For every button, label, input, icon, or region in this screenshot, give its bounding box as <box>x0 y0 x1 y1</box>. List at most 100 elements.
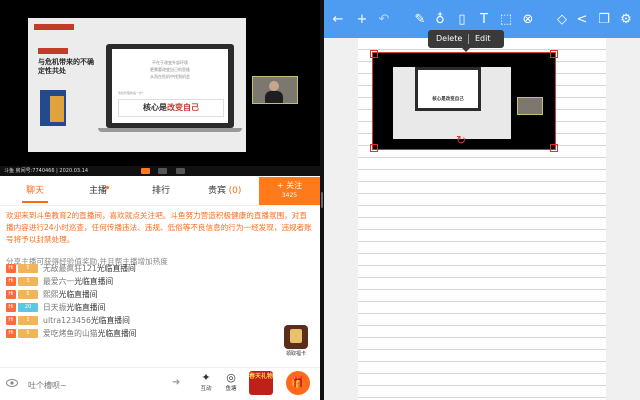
laptop-base <box>98 128 242 132</box>
resize-handle[interactable] <box>370 144 378 152</box>
user-name[interactable]: 熙熙 <box>43 290 59 299</box>
spring-gift-button[interactable]: 春天礼物 <box>249 371 273 395</box>
slide-tag <box>38 48 68 54</box>
back-arrow-icon[interactable]: ← <box>330 12 346 28</box>
clip-laptop-screen: 核心是改变自己 <box>418 70 478 108</box>
pages-icon[interactable]: ❐ <box>596 12 612 28</box>
slide-title: 与危机带来的不确定性共处 <box>38 58 94 75</box>
entry-suffix: 光临直播间 <box>58 290 98 299</box>
interact-label: 互动 <box>200 386 212 392</box>
entry-suffix: 光临直播间 <box>97 329 137 338</box>
fishball-label: 鱼塘 <box>225 386 237 392</box>
resize-handle[interactable] <box>550 144 558 152</box>
danmaku-toggle-icon[interactable] <box>141 168 150 174</box>
hi-badge: Hi <box>6 277 16 286</box>
hi-badge: Hi <box>6 290 16 299</box>
presentation-slide: 与危机带来的不确定性共处 不在于改变外部环境 更需要改变自己的思维 从而在危机中… <box>28 18 246 152</box>
send-icon[interactable]: ➜ <box>172 377 180 388</box>
hi-badge: Hi <box>6 264 16 273</box>
level-badge: 5 <box>18 264 38 273</box>
tab-host[interactable]: 主播 <box>80 177 116 205</box>
user-name[interactable]: ultra123456 <box>43 316 91 325</box>
shapes-icon[interactable]: ◇ <box>554 12 570 28</box>
answer-prefix: 核心是 <box>143 103 167 112</box>
rotate-icon[interactable]: ↻ <box>456 133 466 147</box>
text-tool-icon[interactable]: T <box>476 12 492 28</box>
chat-area[interactable]: 欢迎来到斗鱼教育2的直播间，喜欢就点关注吧。斗鱼努力营造积极健康的直播氛围，对直… <box>0 207 320 367</box>
eraser-icon[interactable]: ▯ <box>454 12 470 28</box>
gift-card-label: 領取福卡 <box>285 351 306 357</box>
level-badge: 1 <box>18 316 38 325</box>
eye-icon[interactable] <box>6 378 18 388</box>
resize-handle[interactable] <box>370 50 378 58</box>
add-icon[interactable]: + <box>354 12 370 28</box>
laptop-text: 不在于改变外部环境 更需要改变自己的思维 从而在危机中找到机会 <box>112 59 228 80</box>
presenter-face <box>269 81 279 91</box>
active-tab-underline <box>22 201 48 203</box>
user-name[interactable]: 无敌最疯狂121 <box>43 264 97 273</box>
split-handle[interactable] <box>321 192 323 208</box>
laptop-question: 危机管理的第一步？ <box>118 91 146 95</box>
highlighter-icon[interactable]: ♁ <box>432 12 448 28</box>
laptop-line: 不在于改变外部环境 <box>152 60 188 65</box>
video-player[interactable]: 与危机带来的不确定性共处 不在于改变外部环境 更需要改变自己的思维 从而在危机中… <box>0 0 320 176</box>
user-name[interactable]: 爱吃烤鱼的山猫 <box>43 329 98 338</box>
screen-icon[interactable] <box>158 168 167 174</box>
laptop-answer: 核心是改变自己 <box>118 99 224 117</box>
pasted-screenshot[interactable]: 核心是改变自己 ↻ <box>370 50 558 152</box>
room-info: 斗鱼 房间号:7740466 | 2020.03.14 <box>4 168 89 174</box>
follow-button[interactable]: + 关注 3425 <box>259 177 320 205</box>
menu-separator <box>468 34 469 44</box>
gift-card-inner <box>290 329 302 343</box>
follower-count: 3425 <box>281 192 298 199</box>
share-icon[interactable]: < <box>574 12 590 28</box>
chat-row[interactable]: Hi 5 爱吃烤鱼的山猫光临直播间 <box>6 327 306 340</box>
fish-icon: ◎ <box>226 371 236 384</box>
party-popper-icon: ✦ <box>201 371 211 384</box>
slide-logo <box>34 24 74 30</box>
notes-pane: ← + ↶ ✎ ♁ ▯ T ⬚ ⊗ ◇ < ❐ ⚙ 核心是改变自己 ↻ Dele… <box>324 0 640 400</box>
user-name[interactable]: 日天振 <box>43 303 66 312</box>
chat-entry-text: 爱吃烤鱼的山猫光临直播间 <box>43 327 137 340</box>
chat-input[interactable] <box>26 374 190 396</box>
level-badge: 3 <box>18 277 38 286</box>
lasso-select-icon[interactable]: ⬚ <box>498 12 514 28</box>
edit-button[interactable]: Edit <box>475 30 491 48</box>
user-name[interactable]: 最爱六一 <box>43 277 74 286</box>
chat-row[interactable]: Hi 5 熙熙光临直播间 <box>6 288 306 301</box>
chat-row[interactable]: Hi 3 最爱六一光临直播间 <box>6 275 306 288</box>
menu-pointer <box>462 48 470 52</box>
chat-row[interactable]: Hi 1 ultra123456光临直播间 <box>6 314 306 327</box>
undo-icon[interactable]: ↶ <box>376 12 392 28</box>
hi-badge: Hi <box>6 329 16 338</box>
clip-text: 核心是改变自己 <box>432 97 464 102</box>
pen-icon[interactable]: ✎ <box>412 12 428 28</box>
tab-host-badge <box>106 186 109 189</box>
chat-entry-text: 熙熙光临直播间 <box>43 288 98 301</box>
laptop-line: 更需要改变自己的思维 <box>150 67 190 72</box>
livestream-pane: 与危机带来的不确定性共处 不在于改变外部环境 更需要改变自己的思维 从而在危机中… <box>0 0 320 400</box>
gift-icon[interactable]: 🎁 <box>286 371 310 395</box>
entry-suffix: 光临直播间 <box>66 303 106 312</box>
entry-suffix: 光临直播间 <box>90 316 130 325</box>
resize-handle[interactable] <box>550 50 558 58</box>
share-icon[interactable] <box>176 168 185 174</box>
chat-entry-text: 无敌最疯狂121光临直播间 <box>43 262 136 275</box>
laptop-line: 从而在危机中找到机会 <box>150 74 190 79</box>
delete-button[interactable]: Delete <box>436 30 462 48</box>
entry-suffix: 光临直播间 <box>74 277 114 286</box>
settings-gear-icon[interactable]: ⚙ <box>618 12 634 28</box>
tab-rank[interactable]: 排行 <box>144 177 178 205</box>
book-cover-accent <box>50 96 64 122</box>
chat-entry-text: 日天振光临直播间 <box>43 301 105 314</box>
level-badge: 5 <box>18 329 38 338</box>
fishball-button[interactable]: ◎ 鱼塘 <box>220 371 242 393</box>
chat-row[interactable]: Hi 20 日天振光临直播间 <box>6 301 306 314</box>
hi-badge: Hi <box>6 316 16 325</box>
tab-vip[interactable]: 贵宾 <box>204 177 230 205</box>
interact-button[interactable]: ✦ 互动 <box>195 371 217 393</box>
entry-suffix: 光临直播间 <box>96 264 136 273</box>
chat-row[interactable]: Hi 5 无敌最疯狂121光临直播间 <box>6 262 306 275</box>
clear-icon[interactable]: ⊗ <box>520 12 536 28</box>
gift-card-widget[interactable]: 領取福卡 <box>282 325 310 361</box>
